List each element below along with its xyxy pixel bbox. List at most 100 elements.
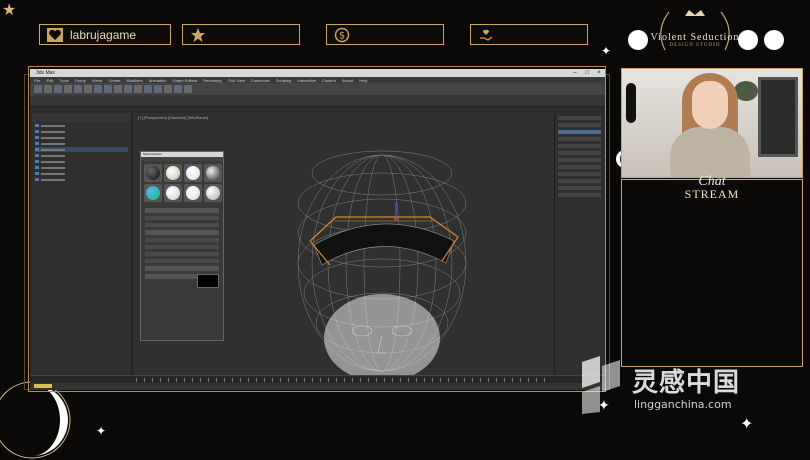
star-box	[182, 24, 300, 45]
material-slot[interactable]	[164, 184, 182, 202]
diffuse-color-swatch[interactable]	[197, 274, 219, 288]
menu-edit[interactable]: Edit	[46, 78, 53, 83]
toolbar-button[interactable]	[184, 85, 192, 93]
scene-item[interactable]	[35, 141, 128, 146]
minimize-icon[interactable]: –	[569, 70, 581, 76]
moon-phase-icon	[628, 30, 648, 50]
microphone	[626, 83, 636, 123]
parameter-row[interactable]	[145, 216, 219, 220]
toolbar-button[interactable]	[164, 85, 172, 93]
toolbar-button[interactable]	[124, 85, 132, 93]
modifier-stack-selected[interactable]	[558, 130, 601, 134]
scene-item[interactable]	[35, 153, 128, 158]
menu-tools[interactable]: Tools	[59, 78, 68, 83]
menu-graph-editors[interactable]: Graph Editors	[172, 78, 197, 83]
heart-icon	[46, 26, 64, 44]
material-sample-slots	[141, 161, 223, 205]
toolbar-button[interactable]	[134, 85, 142, 93]
command-panel[interactable]	[554, 113, 604, 375]
menu-file[interactable]: File	[34, 78, 40, 83]
menu-create[interactable]: Create	[108, 78, 120, 83]
menu-help[interactable]: Help	[359, 78, 367, 83]
parameter-row[interactable]	[145, 245, 219, 249]
maximize-icon[interactable]: □	[581, 70, 593, 76]
toolbar-button[interactable]	[34, 85, 42, 93]
toolbar-button[interactable]	[74, 85, 82, 93]
menu-animation[interactable]: Animation	[149, 78, 167, 83]
menu-arnold[interactable]: Arnold	[342, 78, 354, 83]
menu-group[interactable]: Group	[75, 78, 86, 83]
scene-item[interactable]	[35, 171, 128, 176]
toolbar-button[interactable]	[44, 85, 52, 93]
parameter-row[interactable]	[558, 158, 601, 162]
material-editor-dialog[interactable]: Material Editor	[140, 151, 224, 341]
menu-customize[interactable]: Customize	[251, 78, 270, 83]
menu-content[interactable]: Content	[322, 78, 336, 83]
scene-item[interactable]	[35, 123, 128, 128]
sparkle-icon: ✦	[601, 44, 612, 58]
scene-explorer-header	[32, 113, 131, 122]
parameter-row[interactable]	[558, 172, 601, 176]
parameter-row[interactable]	[145, 252, 219, 256]
chat-title: STREAM	[684, 187, 740, 201]
toolbar-button[interactable]	[154, 85, 162, 93]
parameter-row[interactable]	[558, 151, 601, 155]
parameter-row[interactable]	[558, 165, 601, 169]
material-slot[interactable]	[184, 184, 202, 202]
toolbar-button[interactable]	[54, 85, 62, 93]
app-titlebar: 3ds Max – □ ×	[30, 69, 605, 77]
toolbar-button[interactable]	[174, 85, 182, 93]
toolbar-button[interactable]	[114, 85, 122, 93]
scene-explorer[interactable]	[32, 113, 132, 387]
scene-item[interactable]	[35, 177, 128, 182]
status-bar	[30, 383, 605, 390]
modifier-list[interactable]	[558, 123, 601, 127]
command-tab-row[interactable]	[558, 116, 601, 120]
material-slot[interactable]	[204, 164, 222, 182]
sparkle-icon: ✦	[740, 414, 754, 433]
rollout-header[interactable]	[145, 266, 219, 271]
toolbar-button[interactable]	[104, 85, 112, 93]
scene-item[interactable]	[35, 165, 128, 170]
parameter-row[interactable]	[558, 186, 601, 190]
parameter-row[interactable]	[145, 259, 219, 263]
watermark-url: lingganchina.com	[634, 398, 732, 411]
watermark-logo-icon	[582, 356, 620, 414]
corner-star-icon: ★	[2, 0, 17, 19]
parameter-row[interactable]	[558, 144, 601, 148]
3ds-max-window[interactable]: 3ds Max – □ × File Edit Tools Group View…	[30, 69, 605, 390]
window-controls: – □ ×	[569, 70, 605, 76]
parameter-row[interactable]	[145, 238, 219, 242]
animation-timeline[interactable]	[30, 375, 605, 383]
scene-item[interactable]	[35, 129, 128, 134]
material-slot[interactable]	[204, 184, 222, 202]
toolbar-button[interactable]	[144, 85, 152, 93]
rollout-header[interactable]	[145, 208, 219, 213]
material-slot[interactable]	[144, 184, 162, 202]
parameter-row[interactable]	[145, 223, 219, 227]
close-icon[interactable]: ×	[593, 70, 605, 76]
toolbar-button[interactable]	[64, 85, 72, 93]
parameter-row[interactable]	[558, 179, 601, 183]
toolbar-button[interactable]	[94, 85, 102, 93]
scene-item-selected[interactable]	[35, 147, 128, 152]
menu-rendering[interactable]: Rendering	[203, 78, 221, 83]
menu-interactive[interactable]: Interactive	[297, 78, 315, 83]
modifier-stack-item[interactable]	[558, 137, 601, 141]
ribbon	[30, 95, 605, 107]
main-toolbar	[30, 83, 605, 95]
latest-follower-label: labrujagame	[70, 27, 137, 42]
menu-scripting[interactable]: Scripting	[276, 78, 292, 83]
menu-civil-view[interactable]: Civil View	[228, 78, 245, 83]
material-slot[interactable]	[144, 164, 162, 182]
menu-modifiers[interactable]: Modifiers	[126, 78, 142, 83]
scene-item[interactable]	[35, 159, 128, 164]
scene-item[interactable]	[35, 135, 128, 140]
menu-views[interactable]: Views	[92, 78, 103, 83]
parameter-row[interactable]	[558, 193, 601, 197]
material-slot[interactable]	[184, 164, 202, 182]
hand-heart-icon	[477, 26, 495, 44]
toolbar-button[interactable]	[84, 85, 92, 93]
rollout-header[interactable]	[145, 230, 219, 235]
material-slot[interactable]	[164, 164, 182, 182]
